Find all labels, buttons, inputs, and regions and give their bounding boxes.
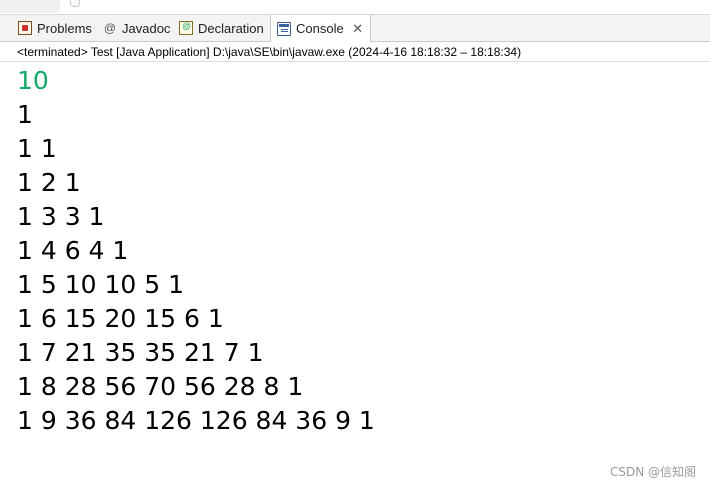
console-output-line: 1 3 3 1 <box>17 202 105 231</box>
console-output[interactable]: 10 1 1 1 1 2 1 1 3 3 1 1 4 6 4 1 1 5 10 … <box>17 64 375 438</box>
console-output-line: 1 1 <box>17 134 57 163</box>
problems-icon <box>18 21 32 35</box>
scroll-knob[interactable] <box>70 0 80 7</box>
console-input-line: 10 <box>17 66 49 95</box>
console-output-line: 1 4 6 4 1 <box>17 236 129 265</box>
console-output-line: 1 9 36 84 126 126 84 36 9 1 <box>17 406 375 435</box>
console-icon <box>277 21 291 36</box>
at-sign-icon: @ <box>103 21 117 35</box>
console-output-line: 1 6 15 20 15 6 1 <box>17 304 224 333</box>
console-status-line: <terminated> Test [Java Application] D:\… <box>0 42 710 62</box>
console-output-line: 1 8 28 56 70 56 28 8 1 <box>17 372 304 401</box>
tab-console-label: Console <box>296 21 344 36</box>
tab-problems[interactable]: Problems <box>18 15 92 41</box>
tab-javadoc[interactable]: @ Javadoc <box>103 15 171 41</box>
watermark: CSDN @信知阁 <box>609 465 696 479</box>
console-output-line: 1 2 1 <box>17 168 81 197</box>
tab-javadoc-label: Javadoc <box>122 20 171 36</box>
console-output-line: 1 7 21 35 35 21 7 1 <box>17 338 264 367</box>
editor-tab-edge[interactable] <box>0 0 60 13</box>
close-icon[interactable]: ✕ <box>352 21 364 37</box>
view-tab-bar: Problems @ Javadoc Declaration Console ✕ <box>0 15 710 42</box>
editor-area-edge <box>0 0 710 15</box>
tab-console[interactable]: Console ✕ <box>270 15 371 42</box>
tab-declaration[interactable]: Declaration <box>179 15 264 41</box>
tab-problems-label: Problems <box>37 20 92 36</box>
declaration-icon <box>179 21 193 35</box>
console-output-line: 1 <box>17 100 33 129</box>
console-output-line: 1 5 10 10 5 1 <box>17 270 184 299</box>
tab-declaration-label: Declaration <box>198 20 264 36</box>
